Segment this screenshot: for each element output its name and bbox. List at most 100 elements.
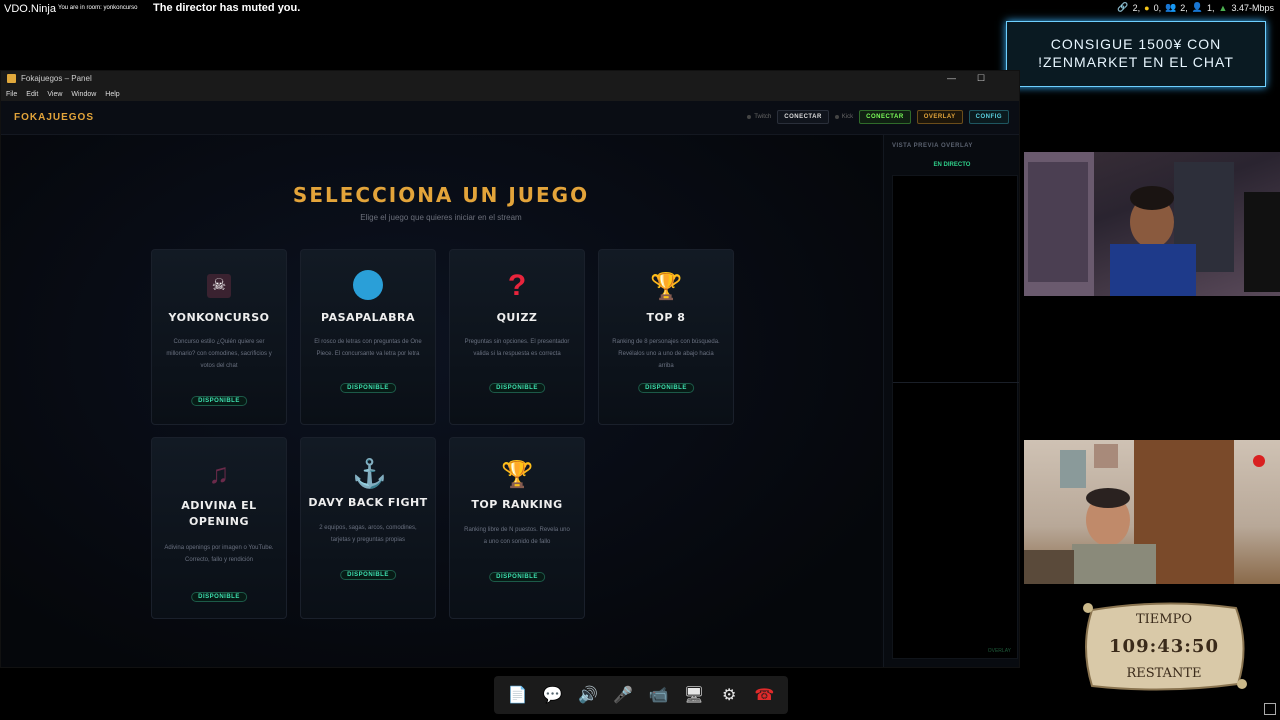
preview-title: VISTA PREVIA OVERLAY [892, 143, 973, 149]
preview-footer: OVERLAY [987, 648, 1011, 654]
twitch-connect-button[interactable]: CONECTAR [777, 110, 829, 124]
live-indicator: EN DIRECTO [933, 162, 971, 168]
connection-stats[interactable]: 🔗 2, ● 0, 👥 2, 👤 1, ▲ 3.47-Mbps [1117, 2, 1274, 13]
twitch-status-dot [747, 115, 752, 119]
card-title: TOP RANKING [471, 498, 563, 511]
webcam-feed-1 [1024, 152, 1280, 296]
screen-share-icon[interactable]: 🖥 [680, 681, 708, 709]
game-card-top-ranking[interactable]: 🏆 TOP RANKING Ranking libre de N puestos… [449, 437, 585, 619]
card-title: TOP 8 [646, 311, 686, 324]
app-logo: FOKAJUEGOS [14, 112, 95, 123]
vdo-brand: VDO.Ninja [4, 3, 56, 15]
hang-up-icon[interactable]: ☎ [750, 681, 778, 709]
card-title: YONKONCURSO [168, 311, 270, 324]
page-subtitle: Elige el juego que quieres iniciar en el… [360, 213, 522, 222]
app-header: FOKAJUEGOS Twitch CONECTAR Kick CONECTAR… [1, 101, 1019, 135]
kick-status-dot [834, 115, 839, 119]
promo-line-1: CONSIGUE 1500¥ CON [1050, 36, 1222, 52]
menu-file[interactable]: File [6, 91, 17, 98]
call-toolbar: 📄 💬 🔊 🎤 📹 🖥 ⚙ ☎ [494, 676, 788, 714]
menu-edit[interactable]: Edit [26, 91, 38, 98]
blue-circle-icon [353, 270, 383, 300]
status-badge: DISPONIBLE [191, 396, 247, 406]
game-card-top-8[interactable]: 🏆 TOP 8 Ranking de 8 personajes con búsq… [598, 249, 734, 425]
status-badge: DISPONIBLE [340, 383, 396, 393]
minimize-button[interactable]: — [947, 73, 956, 83]
timer-value: 109:43:50 [1109, 636, 1219, 657]
card-description: Concurso estilo ¿Quién quiere ser millon… [166, 339, 272, 369]
trophy-icon: 🏆 [501, 459, 534, 489]
promo-line-2: !ZENMARKET EN EL CHAT [1038, 54, 1234, 70]
timer-label-top: TIEMPO [1135, 612, 1192, 627]
menu-bar: File Edit View Window Help [1, 87, 1019, 101]
game-card-yonkoncurso[interactable]: ☠ YONKONCURSO Concurso estilo ¿Quién qui… [151, 249, 287, 425]
signal-icon: ▲ [1218, 2, 1228, 13]
muted-notice: The director has muted you. [153, 2, 301, 14]
guest-image [1024, 440, 1265, 584]
card-title: DAVY BACK FIGHT [308, 496, 428, 509]
window-titlebar[interactable]: Fokajuegos – Panel — ☐ [1, 71, 1019, 87]
card-title: QUIZZ [496, 311, 538, 324]
game-card-davy-back-fight[interactable]: ⚓ DAVY BACK FIGHT 2 equipos, sagas, arco… [300, 437, 436, 619]
status-badge: DISPONIBLE [489, 383, 545, 393]
stat-links: 2, [1132, 2, 1141, 13]
overlay-button[interactable]: OVERLAY [916, 110, 963, 124]
overlay-preview-panel: VISTA PREVIA OVERLAY EN DIRECTO OVERLAY [883, 135, 1019, 667]
countdown-timer: TIEMPO 109:43:50 RESTANTE [1078, 598, 1250, 694]
kick-status: Kick [834, 114, 854, 120]
game-card-pasapalabra[interactable]: PASAPALABRA El rosco de letras con pregu… [300, 249, 436, 425]
menu-help[interactable]: Help [105, 91, 119, 98]
question-mark-icon: ? [507, 269, 527, 302]
promo-banner: CONSIGUE 1500¥ CON !ZENMARKET EN EL CHAT [1006, 21, 1266, 87]
chat-icon[interactable]: 💬 [539, 681, 567, 709]
card-description: Adivina openings por imagen o YouTube. C… [164, 545, 274, 563]
user-icon: 👤 [1191, 2, 1204, 12]
app-window: Fokajuegos – Panel — ☐ File Edit View Wi… [0, 70, 1020, 668]
room-text: You are in room: yonkoncurso [58, 5, 138, 11]
game-card-adivina-el-opening[interactable]: ♫ ADIVINA EL OPENING Adivina openings po… [151, 437, 287, 619]
card-description: El rosco de letras con preguntas de One … [314, 339, 422, 357]
twitch-label: Twitch [754, 114, 772, 120]
webcam-feed-2 [1024, 440, 1280, 584]
stat-bitrate: 3.47-Mbps [1231, 2, 1274, 13]
link-icon: 🔗 [1117, 2, 1129, 12]
fullscreen-icon[interactable] [1264, 703, 1276, 715]
card-title: ADIVINA EL OPENING [181, 499, 257, 528]
stat-b: 2, [1180, 2, 1188, 13]
page-title: SELECCIONA UN JUEGO [292, 183, 590, 207]
file-upload-icon[interactable]: 📄 [504, 681, 532, 709]
lightbulb-icon: ● [1144, 2, 1150, 13]
menu-view[interactable]: View [47, 91, 62, 98]
overlay-preview: OVERLAY [892, 175, 1019, 659]
game-card-quizz[interactable]: ? QUIZZ Preguntas sin opciones. El prese… [449, 249, 585, 425]
timer-label-bottom: RESTANTE [1126, 666, 1202, 681]
game-selector: SELECCIONA UN JUEGO Elige el juego que q… [1, 135, 881, 667]
vdo-status-bar: VDO.Ninja You are in room: yonkoncurso T… [0, 0, 1280, 18]
status-badge: DISPONIBLE [489, 572, 545, 582]
stat-a: 0, [1153, 2, 1162, 13]
card-description: Ranking de 8 personajes con búsqueda. Re… [612, 339, 720, 369]
trophy-icon: 🏆 [650, 271, 683, 301]
app-icon [7, 74, 16, 83]
preview-divider [893, 382, 1019, 383]
maximize-button[interactable]: ☐ [977, 73, 985, 84]
card-description: Preguntas sin opciones. El presentador v… [464, 339, 570, 357]
camera-icon[interactable]: 📹 [645, 681, 673, 709]
speaker-icon[interactable]: 🔊 [574, 681, 602, 709]
status-badge: DISPONIBLE [638, 383, 694, 393]
header-controls: Twitch CONECTAR Kick CONECTAR OVERLAY CO… [747, 110, 1009, 124]
card-title: PASAPALABRA [321, 311, 415, 324]
skull-crossbones-icon: ☠ [207, 274, 231, 298]
menu-window[interactable]: Window [71, 91, 96, 98]
twitch-status: Twitch [747, 114, 771, 120]
viewers-icon: 👥 [1165, 2, 1177, 12]
microphone-icon[interactable]: 🎤 [609, 681, 637, 709]
kick-connect-button[interactable]: CONECTAR [859, 110, 911, 124]
stat-c: 1, [1207, 2, 1215, 13]
config-button[interactable]: CONFIG [968, 110, 1009, 124]
anchor-icon: ⚓ [352, 458, 387, 489]
kick-label: Kick [841, 114, 854, 120]
status-badge: DISPONIBLE [191, 592, 247, 602]
settings-icon[interactable]: ⚙ [715, 681, 743, 709]
card-description: 2 equipos, sagas, arcos, comodines, tarj… [319, 525, 417, 543]
